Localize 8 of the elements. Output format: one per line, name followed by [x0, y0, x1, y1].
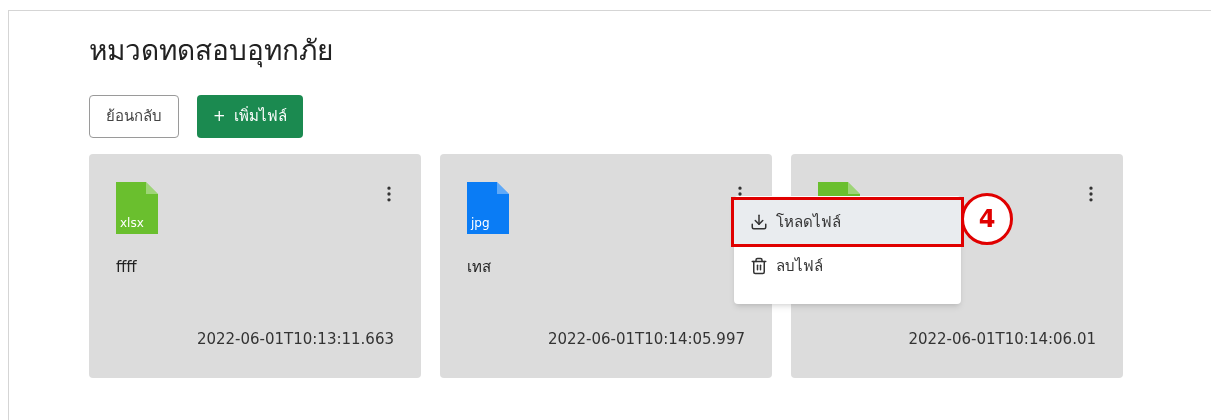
file-icon: xlsx — [116, 182, 158, 234]
file-date: 2022-06-01T10:14:06.01 — [908, 328, 1096, 350]
file-name: เทส — [467, 257, 492, 278]
file-date: 2022-06-01T10:13:11.663 — [196, 328, 394, 350]
file-icon: jpg — [467, 182, 509, 234]
file-name: ffff — [116, 257, 138, 278]
page-title: หมวดทดสอบอุทกภัย — [89, 33, 334, 70]
file-date: 2022-06-01T10:14:05.997 — [547, 328, 745, 350]
